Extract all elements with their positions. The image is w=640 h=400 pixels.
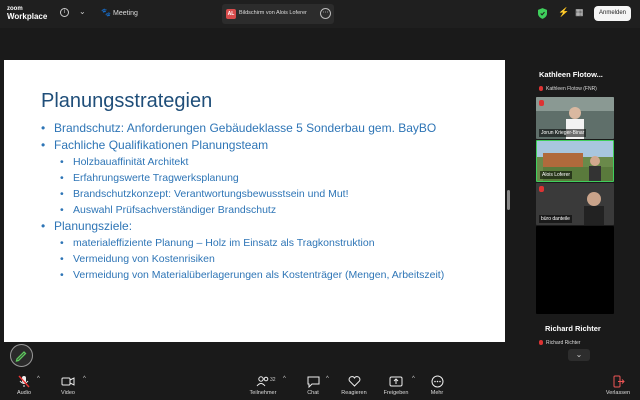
active-speaker-name: Kathleen Flotow...: [539, 70, 603, 79]
chevron-down-icon[interactable]: ⌄: [79, 7, 86, 16]
leave-icon: [602, 375, 634, 389]
share-label: Freigeben: [383, 390, 409, 396]
info-icon[interactable]: i: [60, 8, 69, 17]
participants-options-caret[interactable]: ^: [283, 376, 286, 382]
annotate-button[interactable]: [10, 344, 33, 367]
more-options-icon[interactable]: ⋯: [320, 8, 331, 19]
video-button[interactable]: Video: [56, 375, 80, 396]
audio-options-caret[interactable]: ^: [37, 376, 40, 382]
mic-muted-icon: [539, 340, 543, 346]
audio-button[interactable]: Audio: [12, 375, 36, 396]
logo-line2: Workplace: [7, 12, 48, 21]
share-button[interactable]: Freigeben: [381, 375, 411, 396]
participant-label: Kathleen Flotow (FNR): [539, 86, 597, 92]
zoom-logo: zoom Workplace: [7, 5, 47, 21]
mic-muted-icon: [539, 100, 544, 106]
bullet-item: Planungsziele:: [41, 218, 501, 235]
sub-bullet-item: Vermeidung von Kostenrisiken: [41, 251, 501, 267]
video-tile-active[interactable]: Alois Loferer: [536, 140, 614, 182]
heart-icon: [339, 375, 369, 389]
presenter-avatar: AL: [226, 9, 236, 19]
sub-bullet-item: Auswahl Prüfsachverständiger Brandschutz: [41, 202, 501, 218]
screen-share-tab[interactable]: AL Bildschirm von Alois Loferer ⋯: [222, 4, 334, 24]
participant-video-panel: Kathleen Flotow... Kathleen Flotow (FNR)…: [533, 60, 640, 373]
video-tile-empty[interactable]: [536, 226, 614, 314]
participant-name: büro danteile: [539, 215, 572, 223]
participant-name: Alois Loferer: [540, 171, 573, 179]
paw-icon: 🐾: [101, 8, 111, 17]
camera-icon: [56, 375, 80, 389]
chat-label: Chat: [307, 390, 319, 396]
react-button[interactable]: Reagieren: [339, 375, 369, 396]
shield-icon[interactable]: [538, 8, 547, 19]
share-options-caret[interactable]: ^: [412, 376, 415, 382]
sub-bullet-item: Brandschutzkonzept: Verantwortungsbewuss…: [41, 186, 501, 202]
participant-name: Jorun Krieger-Binar: [539, 129, 587, 137]
meeting-toolbar: Audio ^ Video ^ Teilnehmer 32 ^ Chat ^ R…: [0, 373, 640, 400]
video-options-caret[interactable]: ^: [83, 376, 86, 382]
leave-button[interactable]: Verlassen: [602, 375, 634, 396]
panel-resize-handle[interactable]: [507, 190, 510, 210]
audio-label: Audio: [16, 390, 32, 396]
view-grid-icon[interactable]: ▦: [575, 7, 584, 18]
more-button[interactable]: Mehr: [426, 375, 448, 396]
video-label: Video: [61, 390, 75, 396]
sub-bullet-item: materialeffiziente Planung – Holz im Ein…: [41, 235, 501, 251]
bullet-item: Brandschutz: Anforderungen Gebäudeklasse…: [41, 120, 501, 137]
more-icon: [426, 375, 448, 389]
share-screen-icon: [381, 375, 411, 389]
security-options-icon[interactable]: ⚡: [558, 7, 569, 18]
sub-bullet-item: Holzbauaffinität Architekt: [41, 154, 501, 170]
sub-bullet-item: Erfahrungswerte Tragwerksplanung: [41, 170, 501, 186]
bullet-item: Fachliche Qualifikationen Planungsteam: [41, 137, 501, 154]
leave-label: Verlassen: [605, 390, 631, 396]
sign-in-button[interactable]: Anmelden: [594, 6, 631, 21]
sub-bullet-item: Vermeidung von Materialüberlagerungen al…: [41, 267, 501, 283]
more-label: Mehr: [430, 390, 444, 396]
chat-icon: [302, 375, 324, 389]
top-bar: zoom Workplace i ⌄ 🐾 Meeting AL Bildschir…: [0, 0, 640, 28]
mic-muted-icon: [539, 186, 544, 192]
chat-button[interactable]: Chat: [302, 375, 324, 396]
react-label: Reagieren: [341, 390, 367, 396]
slide-title: Planungsstrategien: [41, 90, 213, 112]
video-tile[interactable]: büro danteile: [536, 183, 614, 225]
chat-options-caret[interactable]: ^: [326, 376, 329, 382]
participants-label: Teilnehmer: [249, 390, 277, 396]
meeting-label: Meeting: [113, 10, 138, 17]
share-tab-label: Bildschirm von Alois Loferer: [239, 10, 307, 16]
video-tile[interactable]: Jorun Krieger-Binar: [536, 97, 614, 139]
presentation-slide: Planungsstrategien Brandschutz: Anforder…: [4, 60, 505, 342]
pen-icon: [15, 351, 27, 362]
mic-muted-icon: [539, 86, 543, 92]
meeting-menu[interactable]: 🐾 Meeting: [101, 8, 138, 17]
mic-muted-icon: [12, 375, 36, 389]
scroll-down-button[interactable]: ⌄: [568, 349, 590, 361]
slide-bullet-list: Brandschutz: Anforderungen Gebäudeklasse…: [41, 120, 501, 283]
participant-label: Richard Richter: [539, 340, 580, 346]
participant-display-name: Richard Richter: [545, 324, 601, 333]
participants-count: 32: [270, 377, 276, 383]
